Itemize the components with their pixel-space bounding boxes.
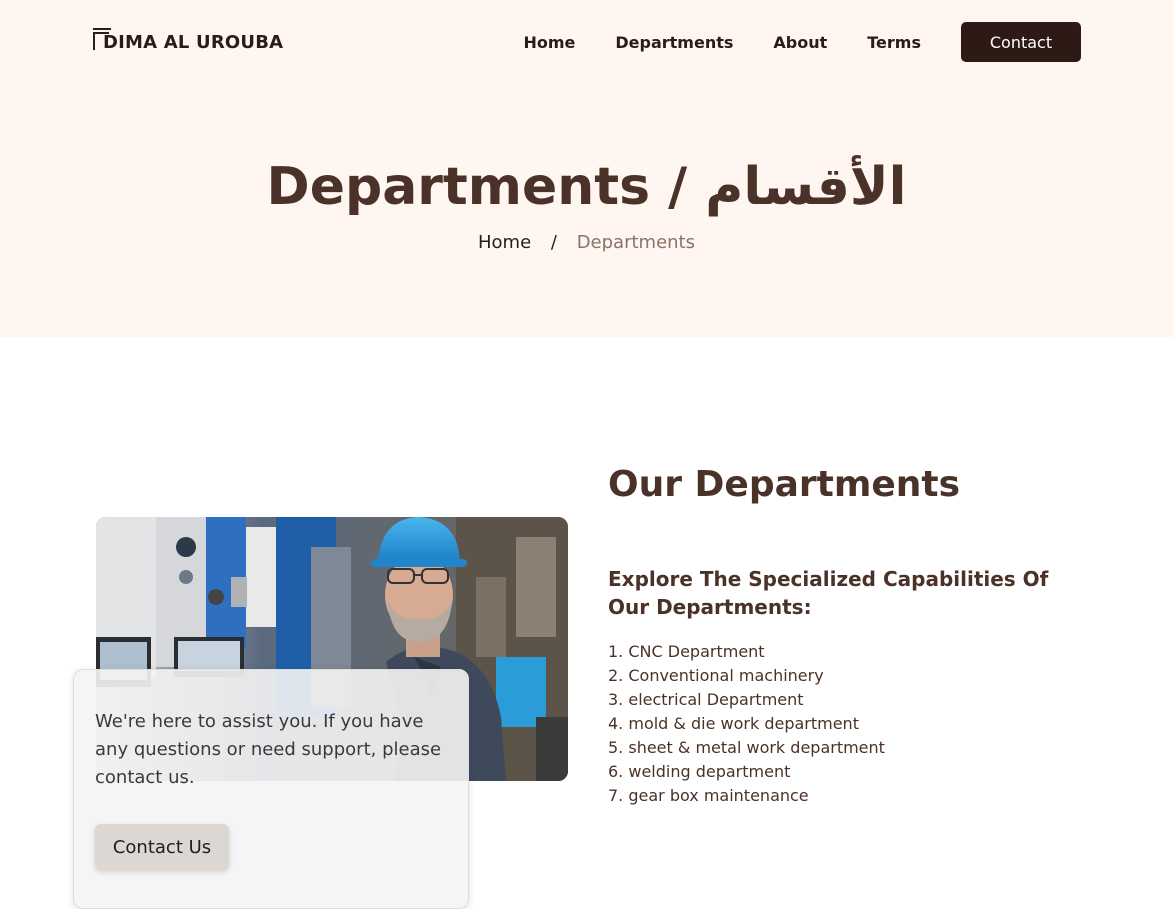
breadcrumb-home-link[interactable]: Home [478, 232, 531, 253]
nav-departments-link[interactable]: Departments [615, 33, 733, 52]
contact-us-button[interactable]: Contact Us [95, 824, 229, 870]
departments-list: 1. CNC Department 2. Conventional machin… [608, 640, 885, 808]
nav-terms-link[interactable]: Terms [867, 33, 921, 52]
list-item: 5. sheet & metal work department [608, 738, 885, 757]
hero-section: DIMA AL UROUBA Home Departments About Te… [0, 0, 1173, 337]
breadcrumb: Home / Departments [0, 231, 1173, 255]
list-item: 4. mold & die work department [608, 714, 859, 733]
page-title: Departments / الأقسام [266, 157, 907, 217]
nav-about-link[interactable]: About [773, 33, 827, 52]
nav-home-link[interactable]: Home [523, 33, 575, 52]
list-item: 3. electrical Department [608, 690, 804, 709]
list-item: 7. gear box maintenance [608, 786, 809, 805]
nav-contact-button[interactable]: Contact [961, 22, 1081, 62]
assist-text: We're here to assist you. If you have an… [95, 711, 442, 788]
section-subtitle: Explore The Specialized Capabilities Of … [608, 567, 1049, 619]
breadcrumb-separator: / [550, 232, 557, 253]
logo[interactable]: DIMA AL UROUBA [93, 26, 284, 53]
main-nav: Home Departments About Terms Contact [523, 22, 1081, 62]
list-item: 1. CNC Department [608, 642, 765, 661]
logo-text: DIMA AL UROUBA [103, 31, 284, 53]
section-title: Our Departments [608, 464, 961, 505]
logo-mark-icon [93, 28, 111, 50]
list-item: 6. welding department [608, 762, 791, 781]
breadcrumb-current: Departments [576, 232, 695, 253]
assist-card: We're here to assist you. If you have an… [73, 669, 469, 909]
list-item: 2. Conventional machinery [608, 666, 824, 685]
